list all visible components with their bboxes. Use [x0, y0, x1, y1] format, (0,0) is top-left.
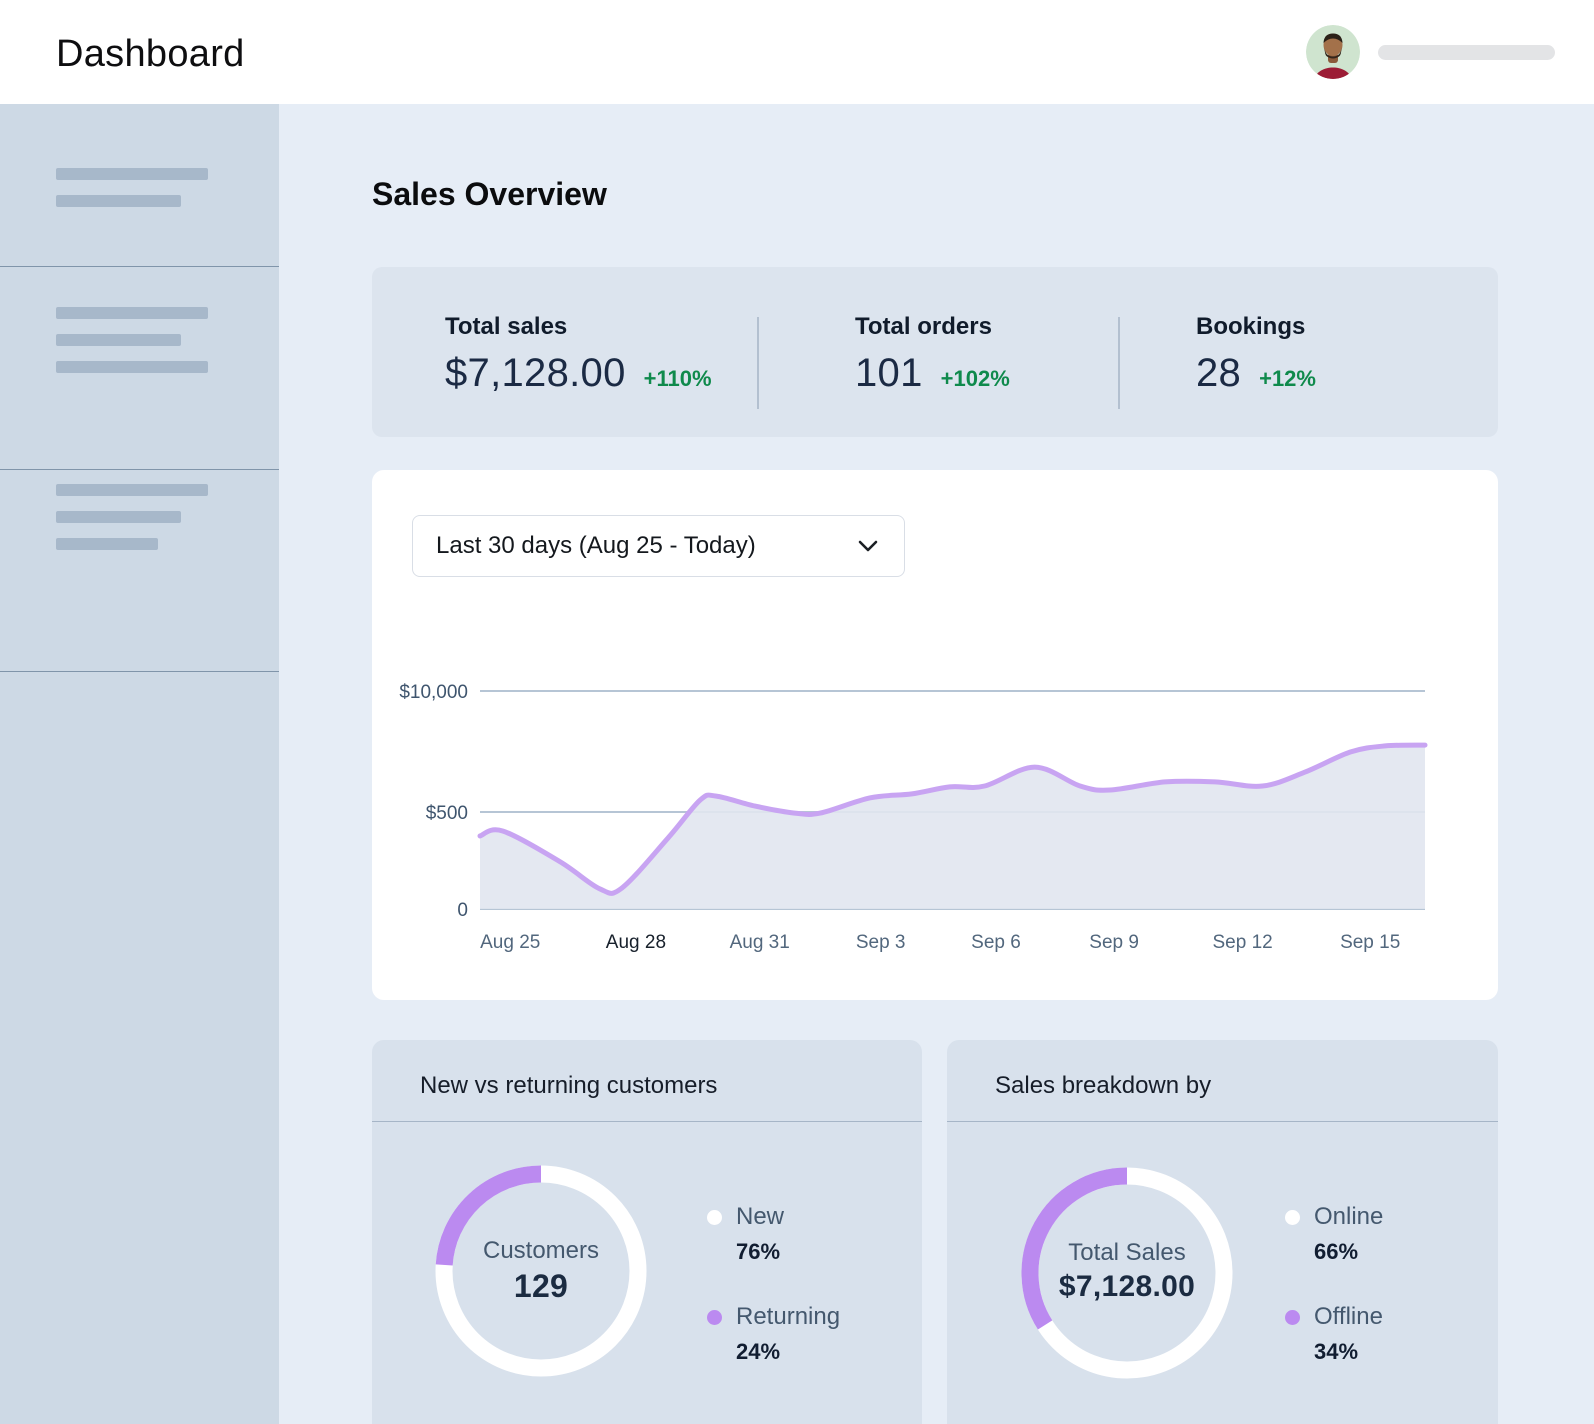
- y-axis-label: 0: [457, 900, 468, 921]
- stat-label: Total sales: [445, 313, 712, 341]
- legend-label: Online: [1314, 1203, 1383, 1231]
- user-avatar[interactable]: [1306, 25, 1360, 79]
- sidebar-skeleton-bar: [56, 511, 181, 523]
- stat-delta-badge: +12%: [1259, 366, 1316, 392]
- avatar-image: [1306, 25, 1360, 79]
- sidebar-skeleton-bar: [56, 361, 208, 373]
- app-header: Dashboard: [0, 0, 1594, 104]
- legend-label: New: [736, 1203, 784, 1231]
- sidebar-skeleton-bar: [56, 538, 158, 550]
- x-axis-label: Aug 25: [480, 932, 540, 953]
- sales-breakdown-card: Sales breakdown by Total Sales $7,128.00…: [947, 1040, 1498, 1424]
- date-range-value: Last 30 days (Aug 25 - Today): [436, 532, 756, 560]
- app-title: Dashboard: [56, 33, 245, 76]
- y-axis-label: $10,000: [399, 682, 468, 703]
- stat-total-sales: Total sales $7,128.00 +110%: [445, 313, 712, 396]
- sidebar-skeleton-bar: [56, 307, 208, 319]
- stat-value: $7,128.00: [445, 351, 626, 396]
- area-fill: [480, 745, 1425, 909]
- sidebar-section-3: [0, 470, 279, 672]
- stat-delta-badge: +110%: [644, 366, 712, 392]
- legend-percent: 76%: [736, 1239, 840, 1265]
- stats-divider: [1118, 317, 1120, 409]
- y-axis-label: $500: [426, 803, 468, 824]
- card-title: New vs returning customers: [372, 1040, 922, 1122]
- x-axis-label: Aug 28: [606, 932, 666, 953]
- donut-legend: Online 66% Offline 34%: [1285, 1203, 1383, 1403]
- legend-dot-new: [707, 1210, 722, 1225]
- new-vs-returning-card: New vs returning customers Customers 129…: [372, 1040, 922, 1424]
- stat-label: Bookings: [1196, 313, 1316, 341]
- stat-label: Total orders: [855, 313, 1010, 341]
- sidebar-skeleton-bar: [56, 484, 208, 496]
- stat-bookings: Bookings 28 +12%: [1196, 313, 1316, 396]
- sales-chart-card: $10,000 $500 0 Aug 25 Aug 28 Aug 31 Sep 3 Sep 6…: [372, 470, 1498, 1000]
- donut-center-text: Customers 129: [431, 1237, 651, 1305]
- sidebar-section-1: [0, 104, 279, 267]
- user-block: [1306, 0, 1555, 104]
- legend-label: Returning: [736, 1303, 840, 1331]
- x-axis-label: Aug 31: [730, 932, 790, 953]
- page-title: Sales Overview: [372, 176, 607, 213]
- chevron-down-icon: [858, 540, 878, 552]
- sidebar-skeleton-bar: [56, 334, 181, 346]
- x-axis-label: Sep 15: [1340, 932, 1400, 953]
- sidebar-skeleton-bar: [56, 168, 208, 180]
- legend-dot-online: [1285, 1210, 1300, 1225]
- legend-percent: 34%: [1314, 1339, 1383, 1365]
- legend-percent: 66%: [1314, 1239, 1383, 1265]
- sales-stats-bar: Total sales $7,128.00 +110% Total orders…: [372, 267, 1498, 437]
- legend-item-online: Online: [1285, 1203, 1383, 1231]
- legend-item-offline: Offline: [1285, 1303, 1383, 1331]
- x-axis-label: Sep 3: [856, 932, 906, 953]
- legend-label: Offline: [1314, 1303, 1383, 1331]
- stat-value: 101: [855, 351, 923, 396]
- user-name-placeholder: [1378, 45, 1555, 60]
- donut-center-label: Customers: [431, 1237, 651, 1265]
- sidebar-nav: [0, 104, 279, 1424]
- sidebar-section-2: [0, 267, 279, 470]
- donut-center-value: 129: [431, 1268, 651, 1305]
- date-range-dropdown[interactable]: Last 30 days (Aug 25 - Today): [412, 515, 905, 577]
- legend-item-returning: Returning: [707, 1303, 840, 1331]
- donut-center-value: $7,128.00: [1017, 1270, 1237, 1304]
- x-axis-label: Sep 12: [1212, 932, 1272, 953]
- stat-total-orders: Total orders 101 +102%: [855, 313, 1010, 396]
- donut-center-text: Total Sales $7,128.00: [1017, 1239, 1237, 1304]
- stat-value: 28: [1196, 351, 1241, 396]
- card-title: Sales breakdown by: [947, 1040, 1498, 1122]
- sidebar-skeleton-bar: [56, 195, 181, 207]
- x-axis-label: Sep 9: [1089, 932, 1139, 953]
- donut-legend: New 76% Returning 24%: [707, 1203, 840, 1403]
- legend-item-new: New: [707, 1203, 840, 1231]
- legend-dot-returning: [707, 1310, 722, 1325]
- donut-center-label: Total Sales: [1017, 1239, 1237, 1267]
- stat-delta-badge: +102%: [941, 366, 1010, 392]
- x-axis-label: Sep 6: [971, 932, 1021, 953]
- stats-divider: [757, 317, 759, 409]
- legend-dot-offline: [1285, 1310, 1300, 1325]
- legend-percent: 24%: [736, 1339, 840, 1365]
